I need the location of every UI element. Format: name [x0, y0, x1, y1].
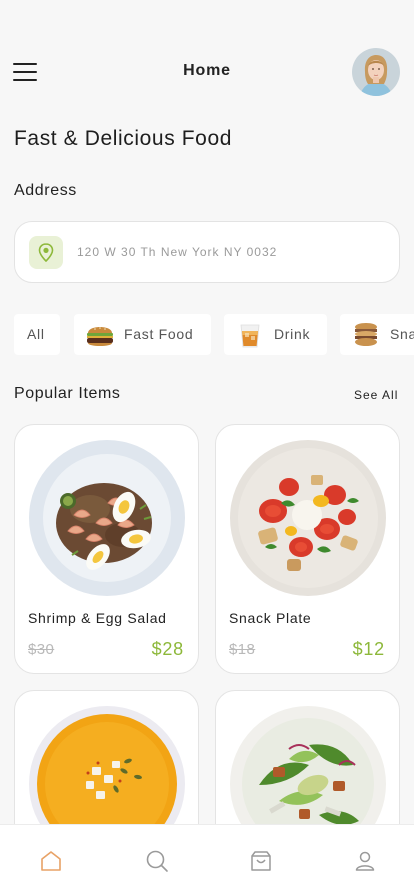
food-old-price: $18 [229, 641, 256, 658]
shopping-bag-icon[interactable] [249, 849, 275, 875]
drink-icon [234, 319, 266, 351]
address-label: Address [14, 182, 77, 199]
food-name: Shrimp & Egg Salad [28, 610, 167, 626]
page-title: Fast & Delicious Food [14, 127, 233, 150]
food-price: $12 [352, 639, 385, 659]
address-value: 120 W 30 Th New York NY 0032 [77, 245, 278, 259]
shrimp-egg-salad-image [28, 439, 186, 597]
category-chip-fast-food[interactable]: Fast Food [74, 314, 211, 355]
food-price: $28 [151, 639, 184, 659]
profile-icon[interactable] [353, 849, 379, 875]
location-pin-icon [29, 236, 63, 269]
snack-plate-image [229, 439, 387, 597]
category-label: Snacks [390, 326, 414, 342]
bottom-navigation [0, 824, 414, 896]
category-chip-drink[interactable]: Drink [224, 314, 327, 355]
sandwich-icon [350, 319, 382, 351]
app-header: Home [0, 46, 414, 98]
food-card-shrimp-egg-salad[interactable]: Shrimp & Egg Salad $30 $28 [14, 424, 199, 674]
popular-items-title: Popular Items [14, 385, 121, 402]
see-all-link[interactable]: See All [354, 388, 398, 402]
category-label: Drink [274, 326, 311, 342]
category-chip-all[interactable]: All [14, 314, 60, 355]
search-icon[interactable] [145, 849, 171, 875]
burger-icon [84, 319, 116, 351]
food-old-price: $30 [28, 641, 55, 658]
food-name: Snack Plate [229, 610, 312, 626]
home-icon[interactable] [39, 849, 65, 875]
category-label: Fast Food [124, 326, 194, 342]
category-chip-snacks[interactable]: Snacks [340, 314, 414, 355]
address-field[interactable]: 120 W 30 Th New York NY 0032 [14, 221, 400, 283]
home-screen: Home Fast & Delicious Food Address 120 W… [0, 0, 414, 896]
category-label: All [27, 326, 45, 342]
food-card-snack-plate[interactable]: Snack Plate $18 $12 [215, 424, 400, 674]
avatar[interactable] [352, 48, 400, 96]
